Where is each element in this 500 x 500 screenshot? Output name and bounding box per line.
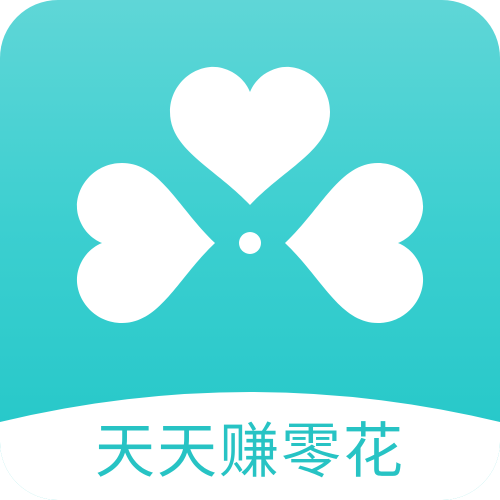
app-icon[interactable]: 天天赚零花 xyxy=(0,0,500,500)
app-name: 天天赚零花 xyxy=(95,417,405,487)
